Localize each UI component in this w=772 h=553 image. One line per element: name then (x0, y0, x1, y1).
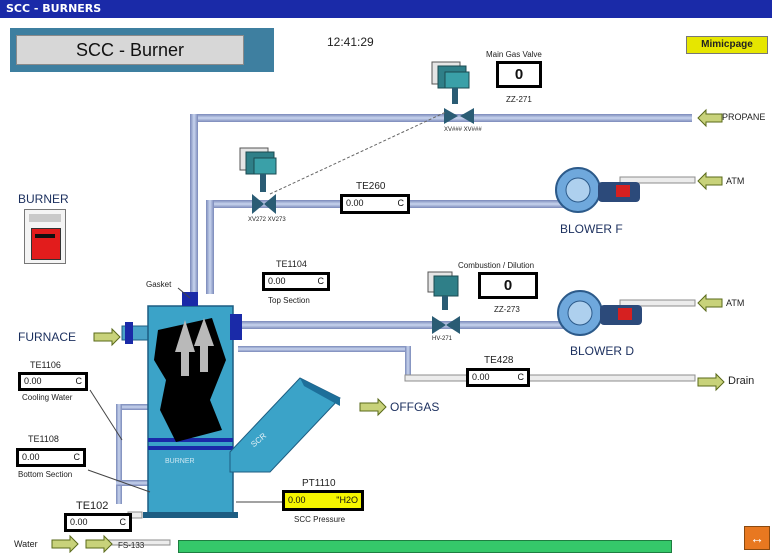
blower-f-label: BLOWER F (560, 222, 623, 236)
gasket-label: Gasket (146, 280, 172, 289)
main-valve-tags: XV### XV### (444, 127, 482, 133)
valve-d-tag: HV-271 (432, 336, 453, 342)
scada-screen: SCC - BURNERS SCC - Burner 12:41:29 Mimi… (0, 0, 772, 553)
water-label: Water (14, 539, 38, 549)
blower-icon (555, 167, 640, 213)
blower-d-label: BLOWER D (570, 344, 635, 358)
main-gas-valve-position: 0 (496, 61, 542, 88)
te260-tag: TE260 (356, 181, 386, 192)
drain-pipe-lower (404, 374, 696, 382)
process-diagram: BURNER SCR (51, 61, 725, 553)
arrow-icon (93, 327, 121, 347)
blower-f-riser-pipe (206, 200, 214, 294)
propane-label: PROPANE (722, 112, 766, 122)
zz271-label: ZZ-271 (506, 95, 532, 104)
zz273-label: ZZ-273 (494, 305, 520, 314)
navigation-button[interactable]: ↔ (744, 526, 770, 550)
propane-pipe (192, 114, 692, 122)
te1104-tag: TE1104 (276, 259, 307, 269)
drain-label: Drain (728, 375, 755, 387)
te1108-tag: TE1108 (28, 434, 59, 444)
burner-label: BURNER (18, 192, 69, 206)
te428-tag: TE428 (484, 355, 514, 366)
combustion-dilution-label: Combustion / Dilution (458, 261, 535, 270)
te102-readout: 0.00 C (64, 513, 132, 532)
status-bar (178, 540, 672, 553)
top-section-label: Top Section (268, 296, 310, 305)
te428-readout: 0.00 C (466, 368, 530, 387)
te1106-readout: 0.00 C (18, 372, 88, 391)
te1104-readout: 0.00 C (262, 272, 330, 291)
te1106-tag: TE1106 (30, 360, 61, 370)
svg-text:BURNER: BURNER (165, 458, 195, 465)
offgas-label: OFFGAS (390, 400, 440, 414)
propane-riser-pipe (190, 114, 198, 294)
drain-pipe-upper (238, 346, 410, 352)
blower-d-pipe (238, 321, 574, 329)
main-gas-valve-label: Main Gas Valve (486, 50, 542, 59)
combustion-valve-position: 0 (478, 272, 538, 299)
atm-d-label: ATM (726, 298, 745, 308)
te1108-readout: 0.00 C (16, 448, 86, 467)
pt1110-readout: 0.00 "H2O (282, 490, 364, 511)
atm-f-label: ATM (726, 176, 745, 186)
burner-panel-icon[interactable] (24, 209, 66, 264)
furnace-label: FURNACE (18, 330, 77, 344)
te102-tag: TE102 (76, 500, 109, 512)
fs-label: FS-133 (118, 541, 145, 550)
pt1110-tag: PT1110 (302, 478, 336, 489)
bottom-section-label: Bottom Section (18, 470, 73, 479)
scc-pressure-label: SCC Pressure (294, 515, 346, 524)
valve-f-tags: XV272 XV273 (248, 217, 286, 223)
cooling-water-label: Cooling Water (22, 393, 73, 402)
te260-readout: 0.00 C (340, 194, 410, 214)
